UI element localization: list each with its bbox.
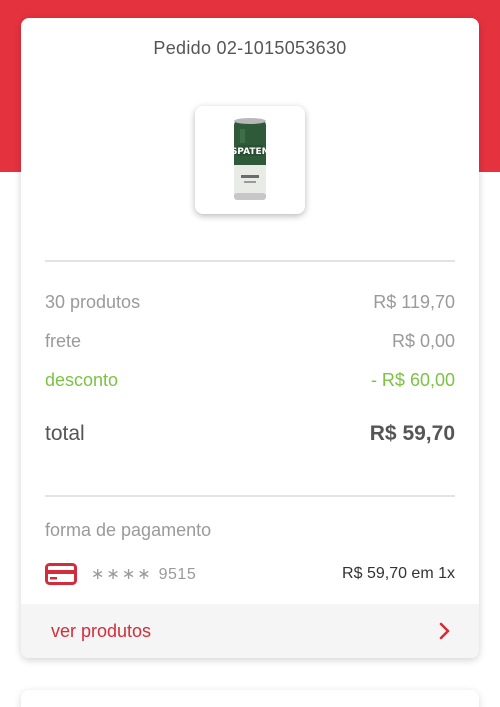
view-products-button[interactable]: ver produtos [21,604,479,658]
discount-row: desconto - R$ 60,00 [45,370,455,391]
payment-method-row: ∗∗∗∗ 9515 R$ 59,70 em 1x [45,560,455,588]
payment-section-label: forma de pagamento [45,520,212,540]
next-order-card[interactable] [21,690,479,707]
total-value: R$ 59,70 [369,422,455,445]
chevron-right-icon [439,622,450,640]
products-row: 30 produtos R$ 119,70 [45,292,455,313]
product-thumbnail[interactable]: SPATEN [195,106,305,214]
order-title: Pedido 02-1015053630 [153,38,347,58]
card-last-digits: 9515 [158,566,197,583]
discount-value: - R$ 60,00 [370,370,455,390]
total-label: total [45,422,85,445]
products-label: 30 produtos [45,292,141,312]
divider [45,260,455,262]
view-products-label: ver produtos [51,620,152,641]
discount-label: desconto [45,370,119,390]
shipping-value: R$ 0,00 [391,331,455,351]
total-row: total R$ 59,70 [45,422,455,446]
order-card: Pedido 02-1015053630 SPATEN 30 produtos … [21,18,479,658]
credit-card-icon [45,563,77,585]
shipping-row: frete R$ 0,00 [45,331,455,352]
payment-amount: R$ 59,70 em 1x [342,565,455,582]
products-value: R$ 119,70 [373,292,455,312]
beer-can-image: SPATEN [231,118,269,200]
card-mask-stars: ∗∗∗∗ [91,566,153,583]
shipping-label: frete [45,331,82,351]
card-number-masked: ∗∗∗∗ 9515 [91,564,196,584]
svg-text:SPATEN: SPATEN [231,147,269,157]
divider [45,495,455,497]
